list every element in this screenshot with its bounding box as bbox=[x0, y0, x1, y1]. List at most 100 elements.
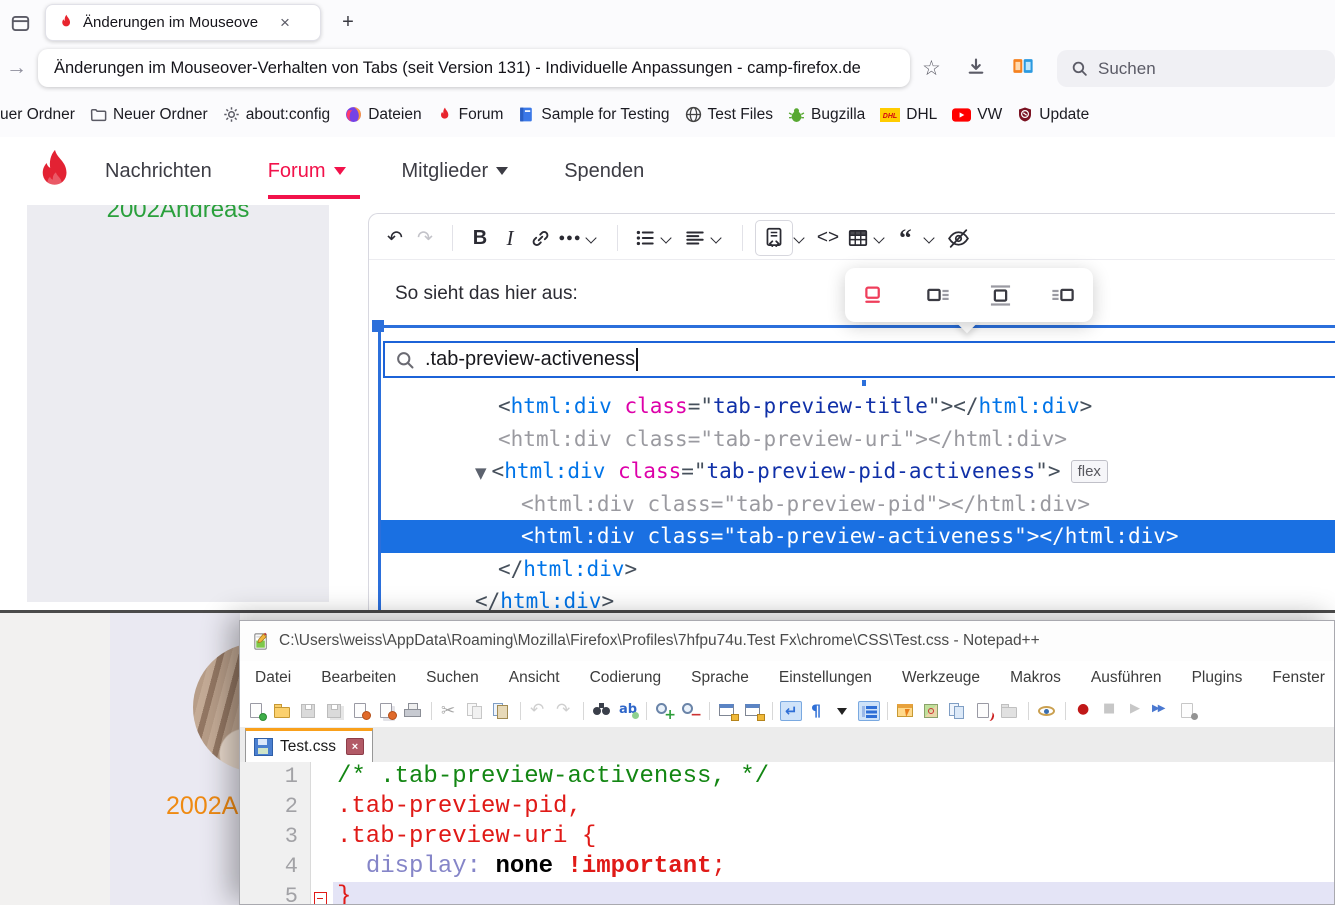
bookmark-vw[interactable]: VW bbox=[952, 106, 1002, 124]
bookmark-sample-for-testing[interactable]: Sample for Testing bbox=[518, 106, 669, 124]
menu-suchen[interactable]: Suchen bbox=[411, 669, 494, 687]
forward-button[interactable]: → bbox=[6, 56, 27, 80]
cut-button[interactable] bbox=[439, 701, 461, 721]
show-symbols-button[interactable] bbox=[806, 701, 828, 721]
copy-button[interactable] bbox=[465, 701, 487, 721]
quote-chevron-icon[interactable] bbox=[923, 231, 937, 245]
find-button[interactable] bbox=[591, 701, 613, 721]
macro-stop-button[interactable] bbox=[1099, 701, 1121, 721]
macro-play-button[interactable] bbox=[1125, 701, 1147, 721]
new-file-button[interactable] bbox=[246, 701, 268, 721]
indent-guide-button[interactable] bbox=[858, 701, 880, 721]
markup-tree-row[interactable]: <html:div class="tab-preview-title"></ht… bbox=[381, 390, 1335, 423]
table-button[interactable] bbox=[843, 222, 873, 254]
table-chevron-icon[interactable] bbox=[873, 231, 887, 245]
fold-collapse-icon[interactable] bbox=[314, 892, 327, 905]
sync-horizontal-button[interactable] bbox=[743, 701, 765, 721]
flex-badge[interactable]: flex bbox=[1071, 460, 1108, 483]
downloads-icon[interactable] bbox=[966, 57, 986, 77]
markup-tree-row[interactable]: <html:div class="tab-preview-pid"></html… bbox=[381, 488, 1335, 521]
site-nav-spenden[interactable]: Spenden bbox=[564, 160, 644, 183]
align-chevron-icon[interactable] bbox=[710, 231, 724, 245]
menu-bearbeiten[interactable]: Bearbeiten bbox=[306, 669, 411, 687]
notepadpp-editor[interactable]: 12345 /* .tab-preview-activeness, */.tab… bbox=[240, 762, 1334, 905]
list-chevron-icon[interactable] bbox=[660, 231, 674, 245]
url-bar[interactable]: Änderungen im Mouseover-Verhalten von Ta… bbox=[38, 49, 910, 87]
image-align-left-button[interactable] bbox=[859, 278, 893, 312]
bookmark-star-icon[interactable]: ☆ bbox=[922, 56, 941, 81]
replace-button[interactable] bbox=[617, 701, 639, 721]
code-block-button[interactable] bbox=[755, 220, 793, 256]
bookmark-dhl[interactable]: DHLDHL bbox=[880, 106, 937, 124]
site-nav-nachrichten[interactable]: Nachrichten bbox=[105, 160, 212, 183]
more-formats-chevron-icon[interactable] bbox=[585, 231, 599, 245]
site-nav-mitglieder[interactable]: Mitglieder bbox=[402, 160, 509, 183]
markup-tree-row[interactable]: </html:div> bbox=[381, 553, 1335, 586]
save-all-button[interactable] bbox=[324, 701, 346, 721]
save-button[interactable] bbox=[298, 701, 320, 721]
list-button[interactable] bbox=[630, 222, 660, 254]
list-all-tabs-icon[interactable] bbox=[8, 11, 32, 35]
menu-ansicht[interactable]: Ansicht bbox=[494, 669, 575, 687]
open-file-button[interactable] bbox=[272, 701, 294, 721]
bold-button[interactable]: B bbox=[465, 222, 495, 254]
site-nav-forum[interactable]: Forum bbox=[268, 160, 346, 183]
link-button[interactable] bbox=[525, 222, 555, 254]
menu-einstellungen[interactable]: Einstellungen bbox=[764, 669, 887, 687]
inline-code-button[interactable]: <> bbox=[813, 222, 843, 254]
undo-button[interactable] bbox=[528, 701, 550, 721]
menu-makros[interactable]: Makros bbox=[995, 669, 1076, 687]
menu-fenster[interactable]: Fenster bbox=[1257, 669, 1335, 687]
zoom-in-button[interactable] bbox=[654, 701, 676, 721]
search-bar[interactable]: Suchen bbox=[1057, 50, 1335, 87]
menu-sprache[interactable]: Sprache bbox=[676, 669, 764, 687]
bookmark-uer-ordner[interactable]: uer Ordner bbox=[0, 106, 75, 124]
document-map-button[interactable] bbox=[921, 701, 943, 721]
image-resize-handle[interactable] bbox=[372, 320, 384, 332]
browser-tab[interactable]: Änderungen im Mouseove × bbox=[45, 4, 321, 41]
close-file-button[interactable] bbox=[350, 701, 372, 721]
close-all-button[interactable] bbox=[376, 701, 398, 721]
notepadpp-title-bar[interactable]: C:\Users\weiss\AppData\Roaming\Mozilla\F… bbox=[240, 621, 1334, 661]
expand-arrow-icon[interactable]: ▼ bbox=[475, 464, 487, 482]
macro-run-multiple-button[interactable] bbox=[1151, 701, 1173, 721]
symbols-dropdown[interactable] bbox=[832, 701, 854, 721]
image-float-left-button[interactable] bbox=[921, 278, 955, 312]
menu-ausführen[interactable]: Ausführen bbox=[1076, 669, 1177, 687]
bookmark-neuer-ordner[interactable]: Neuer Ordner bbox=[90, 106, 208, 124]
redo-button[interactable] bbox=[554, 701, 576, 721]
menu-datei[interactable]: Datei bbox=[240, 669, 306, 687]
macro-save-button[interactable] bbox=[1177, 701, 1199, 721]
bookmark-update[interactable]: Update bbox=[1017, 106, 1089, 124]
site-logo-flame-icon[interactable] bbox=[32, 146, 78, 196]
doc-switcher-button[interactable] bbox=[947, 701, 969, 721]
italic-button[interactable]: I bbox=[495, 222, 525, 254]
more-formats-button[interactable]: ●●● bbox=[555, 222, 585, 254]
redo-button[interactable]: ↷ bbox=[410, 222, 440, 254]
print-button[interactable] bbox=[402, 701, 424, 721]
code-block-chevron-icon[interactable] bbox=[793, 231, 807, 245]
align-button[interactable] bbox=[680, 222, 710, 254]
bookmark-about-config[interactable]: about:config bbox=[223, 106, 330, 124]
menu-werkzeuge[interactable]: Werkzeuge bbox=[887, 669, 995, 687]
markup-tree-row[interactable]: <html:div class="tab-preview-uri"></html… bbox=[381, 423, 1335, 456]
zoom-out-button[interactable] bbox=[680, 701, 702, 721]
hide-preview-button[interactable] bbox=[943, 222, 973, 254]
image-float-right-button[interactable] bbox=[1045, 278, 1079, 312]
bookmark-dateien[interactable]: Dateien bbox=[345, 106, 421, 124]
markup-tree-row[interactable]: <html:div class="tab-preview-activeness"… bbox=[381, 520, 1335, 553]
undo-button[interactable]: ↶ bbox=[380, 222, 410, 254]
word-wrap-button[interactable] bbox=[780, 701, 802, 721]
second-post-author-name[interactable]: 2002A bbox=[166, 792, 240, 821]
sync-vertical-button[interactable] bbox=[717, 701, 739, 721]
extension-icon[interactable] bbox=[1012, 55, 1034, 77]
bookmark-forum[interactable]: Forum bbox=[437, 106, 504, 124]
macro-record-button[interactable] bbox=[1073, 701, 1095, 721]
menu-codierung[interactable]: Codierung bbox=[575, 669, 677, 687]
quote-button[interactable]: “ bbox=[893, 222, 923, 254]
paste-button[interactable] bbox=[491, 701, 513, 721]
tab-test-css[interactable]: Test.css × bbox=[245, 728, 373, 762]
shortcut-mapper-button[interactable] bbox=[895, 701, 917, 721]
menu-plugins[interactable]: Plugins bbox=[1177, 669, 1258, 687]
embedded-devtools-screenshot[interactable]: .tab-preview-activeness <html:div class=… bbox=[381, 328, 1335, 610]
